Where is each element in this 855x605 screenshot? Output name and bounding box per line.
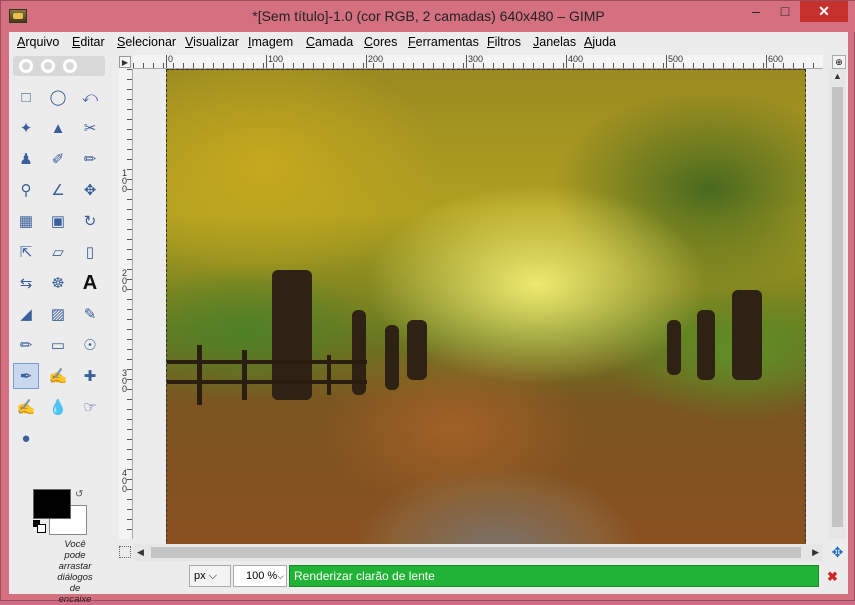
blur-icon[interactable]: 💧 <box>45 394 71 420</box>
menu-imagem[interactable]: Imagem <box>248 35 293 49</box>
scale-icon[interactable]: ⇱ <box>13 239 39 265</box>
ruler-label: 2 0 0 <box>121 268 127 294</box>
default-colors-icon[interactable] <box>33 520 46 533</box>
toolbox: ↺ Você pode arrastar diálogos de encaixe… <box>9 52 115 605</box>
vertical-ruler[interactable]: 1 0 0 2 0 0 3 0 0 4 0 0 <box>119 69 133 539</box>
foreground-select-icon[interactable]: ♟ <box>13 146 39 172</box>
cage-icon[interactable]: ☸ <box>45 270 71 296</box>
dock-hint-text: Você pode arrastar diálogos de encaixe <box>57 539 93 605</box>
client-area: Arquivo Editar Selecionar Visualizar Ima… <box>9 32 848 605</box>
menu-selecionar[interactable]: Selecionar <box>117 35 176 49</box>
wilber-drop-area[interactable] <box>13 56 105 76</box>
ruler-label: 3 0 0 <box>121 368 127 394</box>
zoom-combo[interactable]: 100 % ⌵ <box>233 565 287 587</box>
menu-cores[interactable]: Cores <box>364 35 397 49</box>
gimp-window: *[Sem título]-1.0 (cor RGB, 2 camadas) 6… <box>0 0 855 605</box>
eraser-icon[interactable]: ▭ <box>45 332 71 358</box>
ruler-label: 400 <box>566 55 583 68</box>
image-tree-trunk <box>667 320 681 375</box>
fuzzy-select-icon[interactable]: ✦ <box>13 115 39 141</box>
menu-ferramentas[interactable]: Ferramentas <box>408 35 479 49</box>
measure-icon[interactable]: ∠ <box>45 177 71 203</box>
status-bar: px ⌵ 100 % ⌵ Renderizar clarão de lente ✖ <box>115 562 848 592</box>
pencil-icon[interactable]: ✎ <box>77 301 103 327</box>
ruler-label: 100 <box>266 55 283 68</box>
zoom-icon[interactable]: ⚲ <box>13 177 39 203</box>
flip-icon[interactable]: ⇆ <box>13 270 39 296</box>
rotate-icon[interactable]: ↻ <box>77 208 103 234</box>
title-bar: *[Sem título]-1.0 (cor RGB, 2 camadas) 6… <box>1 1 855 32</box>
minimize-button[interactable]: – <box>742 1 770 22</box>
image-tree-trunk <box>732 290 762 380</box>
ruler-label: 600 <box>766 55 783 68</box>
maximize-button[interactable]: □ <box>771 1 799 22</box>
navigate-icon[interactable]: ✥ <box>829 544 846 561</box>
quick-mask-icon[interactable] <box>119 546 131 558</box>
menu-camada[interactable]: Camada <box>306 35 353 49</box>
image-tree-trunk <box>385 325 399 390</box>
menu-bar: Arquivo Editar Selecionar Visualizar Ima… <box>9 32 848 52</box>
shear-icon[interactable]: ▱ <box>45 239 71 265</box>
bucket-fill-icon[interactable]: ◢ <box>13 301 39 327</box>
ruler-label: 1 0 0 <box>121 168 127 194</box>
menu-arrow-icon[interactable]: ▶ <box>119 56 131 68</box>
ruler-label: 500 <box>666 55 683 68</box>
menu-arquivo[interactable]: Arquivo <box>17 35 59 49</box>
rect-select-icon[interactable]: □ <box>13 84 39 110</box>
menu-ajuda[interactable]: Ajuda <box>584 35 616 49</box>
window-title: *[Sem título]-1.0 (cor RGB, 2 camadas) 6… <box>252 8 605 24</box>
cancel-icon[interactable]: ✖ <box>827 569 838 585</box>
image-canvas[interactable] <box>166 69 806 547</box>
unit-select[interactable]: px ⌵ <box>189 565 231 587</box>
move-icon[interactable]: ✥ <box>77 177 103 203</box>
heal-icon[interactable]: ✚ <box>77 363 103 389</box>
canvas-area: ▶ 0 100 200 300 400 500 600 ⊕ 1 0 0 2 0 … <box>115 52 848 594</box>
text-icon[interactable]: A <box>77 270 103 296</box>
paths-icon[interactable]: ✐ <box>45 146 71 172</box>
horizontal-scroll-thumb[interactable] <box>151 547 801 558</box>
scissors-icon[interactable]: ✂ <box>77 115 103 141</box>
airbrush-icon[interactable]: ☉ <box>77 332 103 358</box>
foreground-color-swatch[interactable] <box>33 489 71 519</box>
ruler-label: 200 <box>366 55 383 68</box>
image-tree-trunk <box>407 320 427 380</box>
zoom-fit-icon[interactable]: ⊕ <box>832 55 846 69</box>
image-fence-post <box>327 355 331 395</box>
image-fence-post <box>197 345 202 405</box>
smudge-icon[interactable]: ☞ <box>77 394 103 420</box>
clone-icon[interactable]: ✍ <box>45 363 71 389</box>
image-tree-trunk <box>697 310 715 380</box>
horizontal-ruler[interactable]: 0 100 200 300 400 500 600 <box>133 55 823 69</box>
dodge-burn-icon[interactable]: ● <box>13 425 39 451</box>
horizontal-scrollbar[interactable]: ◀ ▶ <box>133 544 823 561</box>
crop-icon[interactable]: ▣ <box>45 208 71 234</box>
canvas-viewport[interactable] <box>133 69 823 547</box>
perspective-icon[interactable]: ▯ <box>77 239 103 265</box>
menu-filtros[interactable]: Filtros <box>487 35 521 49</box>
paintbrush-icon[interactable]: ✏ <box>13 332 39 358</box>
vertical-scroll-thumb[interactable] <box>832 87 843 527</box>
menu-visualizar[interactable]: Visualizar <box>185 35 239 49</box>
menu-janelas[interactable]: Janelas <box>533 35 576 49</box>
image-fence-post <box>242 350 247 400</box>
blend-icon[interactable]: ▨ <box>45 301 71 327</box>
align-icon[interactable]: ▦ <box>13 208 39 234</box>
progress-bar: Renderizar clarão de lente <box>289 565 819 587</box>
menu-editar[interactable]: Editar <box>72 35 105 49</box>
color-picker-icon[interactable]: ✏ <box>77 146 103 172</box>
close-button[interactable]: ✕ <box>800 1 848 22</box>
free-select-icon[interactable]: ⤺ <box>77 84 103 110</box>
ruler-label: 0 <box>166 55 173 68</box>
ruler-label: 300 <box>466 55 483 68</box>
select-by-color-icon[interactable]: ▲ <box>45 115 71 141</box>
swap-colors-icon[interactable]: ↺ <box>75 489 83 500</box>
ink-icon[interactable]: ✒ <box>13 363 39 389</box>
ellipse-select-icon[interactable]: ◯ <box>45 84 71 110</box>
ruler-label: 4 0 0 <box>121 468 127 494</box>
perspective-clone-icon[interactable]: ✍ <box>13 394 39 420</box>
vertical-scrollbar[interactable]: ▲ <box>829 69 846 539</box>
